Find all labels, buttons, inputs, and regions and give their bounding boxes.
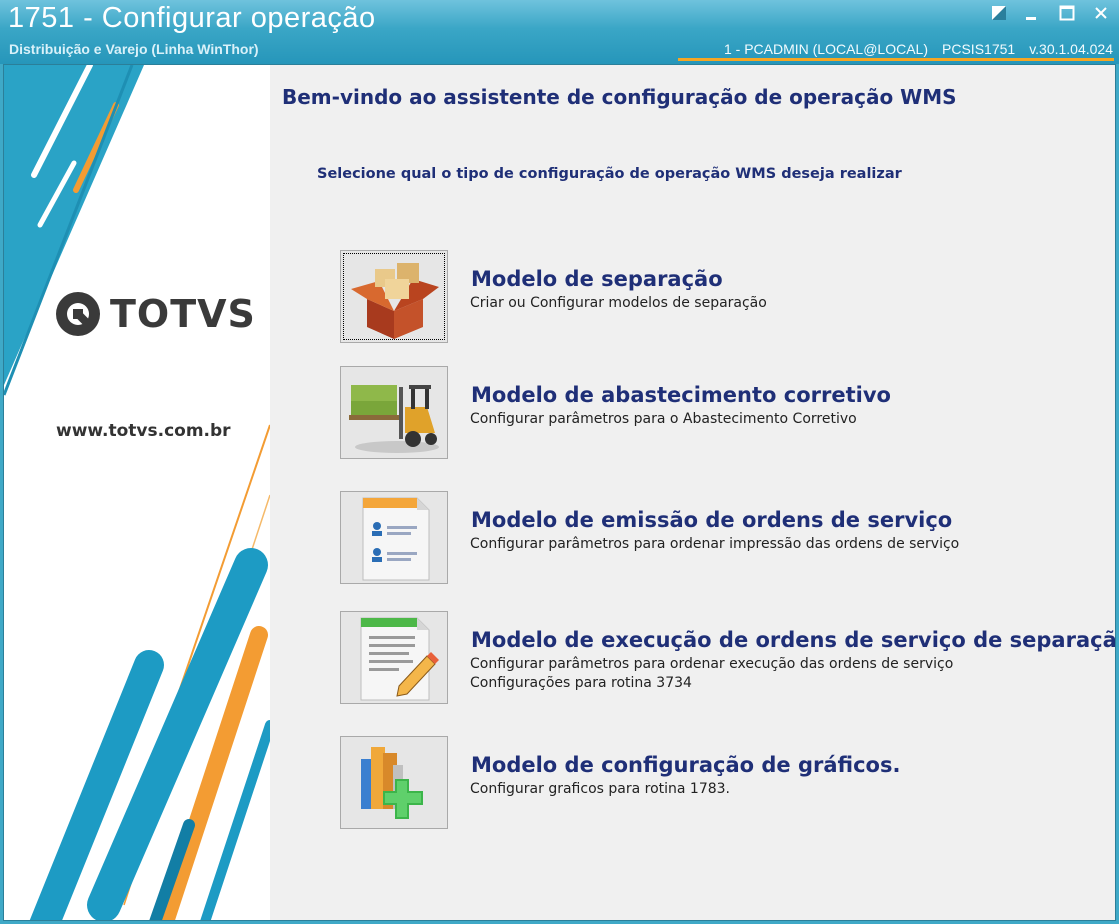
- open-box-icon: [351, 263, 439, 339]
- banner-decoration: [4, 65, 270, 920]
- option-icon-button[interactable]: [340, 491, 448, 584]
- option-description: Configurar parâmetros para ordenar execu…: [470, 655, 953, 693]
- option-description-line: Configurar parâmetros para o Abastecimen…: [470, 411, 857, 427]
- chart-add-icon: [361, 747, 423, 819]
- website-link: www.totvs.com.br: [56, 421, 231, 441]
- option-icon-button[interactable]: [340, 736, 448, 829]
- window-title: 1751 - Configurar operação: [8, 2, 376, 34]
- option-icon-button[interactable]: [340, 250, 448, 343]
- option-description-line: Configurar graficos para rotina 1783.: [470, 781, 731, 797]
- totvs-logo: TOTVS: [54, 290, 256, 338]
- status-user: 1 - PCADMIN (LOCAL@LOCAL): [723, 41, 929, 57]
- maximize-button[interactable]: [1056, 5, 1078, 25]
- option-description: Criar ou Configurar modelos de separação: [470, 294, 767, 313]
- option-title: Modelo de emissão de ordens de serviço: [471, 508, 953, 532]
- option-title: Modelo de separação: [471, 267, 723, 291]
- window-subtitle: Distribuição e Varejo (Linha WinThor): [9, 41, 259, 57]
- close-button[interactable]: [1090, 5, 1112, 25]
- option-corrective-supply-model[interactable]: Modelo de abastecimento corretivo Config…: [340, 366, 1100, 462]
- option-description: Configurar graficos para rotina 1783.: [470, 780, 730, 799]
- option-description-line: Criar ou Configurar modelos de separação: [470, 295, 767, 311]
- wizard-title: Bem-vindo ao assistente de configuração …: [282, 85, 957, 109]
- status-program: PCSIS1751: [942, 41, 1016, 57]
- brand-name: TOTVS: [110, 292, 256, 336]
- status-info: 1 - PCADMIN (LOCAL@LOCAL) PCSIS1751 v.30.1…: [710, 41, 1113, 57]
- option-description: Configurar parâmetros para o Abastecimen…: [470, 410, 857, 429]
- option-description: Configurar parâmetros para ordenar impre…: [470, 535, 959, 554]
- maximize-icon: [1059, 5, 1075, 21]
- option-description-line-2: Configurações para rotina 3734: [470, 675, 692, 691]
- document-edit-icon: [360, 617, 439, 701]
- totvs-logo-icon: [56, 292, 100, 336]
- option-icon-button[interactable]: [340, 611, 448, 704]
- option-description-line: Configurar parâmetros para ordenar impre…: [470, 536, 960, 552]
- option-title: Modelo de abastecimento corretivo: [471, 383, 891, 407]
- forklift-icon: [349, 385, 439, 453]
- sidebar-banner: TOTVS www.totvs.com.br: [4, 65, 270, 920]
- wizard-window: TOTVS www.totvs.com.br Bem-vindo ao assi…: [3, 64, 1116, 921]
- window-titlebar: 1751 - Configurar operação Distribuição …: [0, 0, 1119, 64]
- option-title: Modelo de configuração de gráficos.: [471, 753, 901, 777]
- option-icon-button[interactable]: [340, 366, 448, 459]
- restore-button[interactable]: [988, 5, 1010, 25]
- status-underline: [678, 58, 1114, 61]
- option-service-order-print-model[interactable]: Modelo de emissão de ordens de serviço C…: [340, 491, 1100, 587]
- option-separation-execution-model[interactable]: Modelo de execução de ordens de serviço …: [340, 611, 1115, 707]
- option-description-line: Configurar parâmetros para ordenar execu…: [470, 656, 954, 672]
- minimize-button[interactable]: [1020, 5, 1042, 25]
- document-users-icon: [362, 497, 430, 581]
- wizard-instruction: Selecione qual o tipo de configuração de…: [317, 166, 902, 182]
- option-separation-model[interactable]: Modelo de separação Criar ou Configurar …: [340, 250, 1100, 346]
- option-chart-config-model[interactable]: Modelo de configuração de gráficos. Conf…: [340, 736, 1100, 832]
- close-icon: [1095, 7, 1107, 19]
- restore-icon: [992, 6, 1006, 20]
- minimize-icon: [1026, 17, 1036, 20]
- status-version: v.30.1.04.024: [1029, 41, 1113, 57]
- wizard-content: Bem-vindo ao assistente de configuração …: [270, 65, 1115, 920]
- option-title: Modelo de execução de ordens de serviço …: [471, 628, 1116, 652]
